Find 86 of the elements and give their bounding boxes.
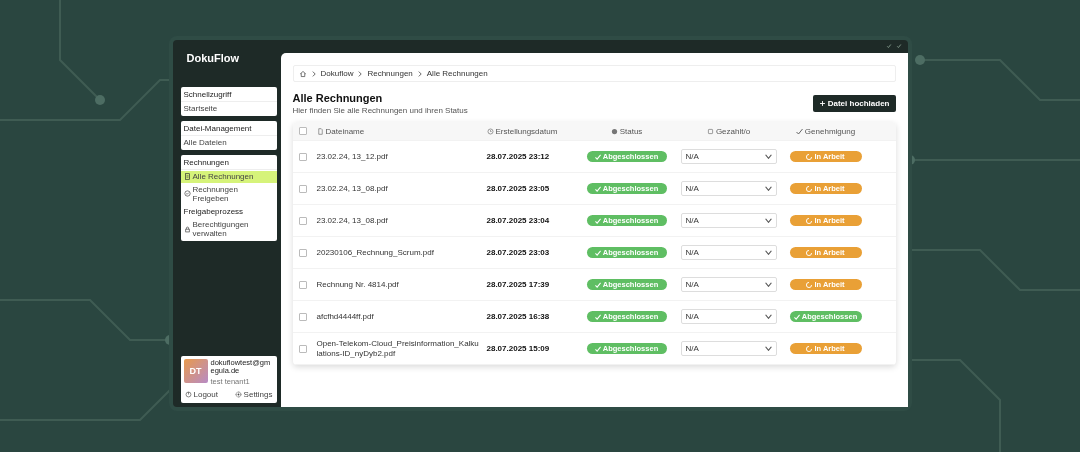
paid-dropdown[interactable]: N/A	[680, 245, 777, 260]
section-title: Rechnungen	[180, 157, 277, 171]
file-name[interactable]: 23.02.24, 13_08.pdf	[316, 183, 487, 194]
file-name[interactable]: Open-Telekom-Cloud_Preisinformation_Kalkulations-ID_nyDyb2.pdf	[316, 339, 487, 358]
logout-button[interactable]: Logout	[183, 389, 219, 400]
refresh-icon	[806, 249, 813, 256]
check-icon	[793, 313, 800, 320]
check-circle-icon	[183, 190, 191, 198]
section-title: Datei-Management	[180, 123, 277, 137]
column-header[interactable]: Status	[578, 126, 675, 136]
refresh-icon	[806, 185, 813, 192]
column-header[interactable]: Dateiname	[316, 126, 487, 136]
sidebar-item[interactable]: Rechnungen Freigeben	[180, 183, 277, 204]
section-title: Schnellzugriff	[180, 89, 277, 102]
refresh-icon	[806, 153, 813, 160]
row-checkbox[interactable]	[298, 344, 307, 353]
file-name[interactable]: 23.02.24, 13_12.pdf	[316, 151, 487, 162]
plus-icon	[818, 100, 826, 107]
lock-icon	[183, 225, 191, 233]
sidebar-item[interactable]: Berechtigungen verwalten	[180, 218, 277, 240]
refresh-icon	[806, 217, 813, 224]
check-icon	[594, 345, 601, 352]
row-checkbox[interactable]	[298, 312, 307, 321]
check-icon	[594, 313, 601, 320]
created-date: 28.07.2025 16:38	[486, 311, 551, 322]
chevron-down-icon	[764, 154, 772, 159]
paid-dropdown[interactable]: N/A	[680, 309, 777, 324]
sidebar-item[interactable]: Alle Rechnungen	[180, 171, 277, 183]
check-icon	[594, 249, 601, 256]
upload-button[interactable]: Datei hochladen	[812, 95, 896, 112]
section-title: Freigabeprozess	[182, 205, 245, 218]
check-icon	[795, 127, 803, 135]
row-checkbox[interactable]	[298, 216, 307, 225]
check-icon	[594, 153, 601, 160]
created-date: 28.07.2025 23:03	[486, 247, 551, 258]
chevron-down-icon	[764, 218, 772, 223]
paid-dropdown[interactable]: N/A	[680, 341, 777, 356]
chevron-down-icon	[764, 282, 772, 287]
power-icon	[184, 391, 192, 398]
column-header[interactable]: Genehmigung	[782, 126, 869, 136]
check-icon	[594, 185, 601, 192]
created-date: 28.07.2025 23:12	[486, 151, 551, 162]
app-logo: DokuFlow	[185, 51, 241, 66]
file-icon	[316, 127, 324, 135]
home-icon[interactable]	[298, 69, 307, 78]
row-checkbox[interactable]	[298, 184, 307, 193]
page-title: Alle Rechnungen	[292, 92, 384, 104]
breadcrumb-link[interactable]: Dokuflow	[320, 69, 354, 78]
check-icon	[594, 281, 601, 288]
created-date: 28.07.2025 23:04	[486, 215, 551, 226]
row-checkbox[interactable]	[298, 248, 307, 257]
created-date: 28.07.2025 15:09	[486, 343, 551, 354]
clock-icon	[486, 127, 494, 135]
breadcrumb-link[interactable]: Alle Rechnungen	[426, 69, 488, 78]
paid-dropdown[interactable]: N/A	[680, 213, 777, 228]
file-name[interactable]: afcfhd4444ff.pdf	[316, 311, 487, 322]
refresh-icon	[806, 345, 813, 352]
chevron-right-icon	[356, 69, 365, 78]
document-icon	[183, 173, 191, 181]
paid-dropdown[interactable]: N/A	[680, 149, 777, 164]
column-header[interactable]: Gezahlt/o	[674, 126, 783, 136]
chevron-down-icon	[764, 346, 772, 351]
created-date: 28.07.2025 23:05	[486, 183, 551, 194]
paid-dropdown[interactable]: N/A	[680, 277, 777, 292]
refresh-icon	[806, 281, 813, 288]
check-icon	[594, 217, 601, 224]
dot-icon	[610, 127, 618, 135]
breadcrumb-link[interactable]: Rechnungen	[367, 69, 413, 78]
sidebar-item[interactable]: Startseite	[180, 103, 277, 115]
column-header[interactable]: Erstellungsdatum	[486, 126, 579, 136]
paid-dropdown[interactable]: N/A	[680, 181, 777, 196]
file-name[interactable]: 20230106_Rechnung_Scrum.pdf	[316, 247, 487, 258]
file-name[interactable]: 23.02.24, 13_08.pdf	[316, 215, 487, 226]
select-all-checkbox[interactable]	[298, 127, 307, 135]
row-checkbox[interactable]	[298, 152, 307, 161]
chevron-down-icon	[764, 314, 772, 319]
settings-icon	[234, 391, 242, 398]
user-avatar: DT	[183, 358, 208, 383]
sidebar-item[interactable]: Alle Dateien	[180, 137, 277, 149]
created-date: 28.07.2025 17:39	[486, 279, 551, 290]
chevron-down-icon	[764, 250, 772, 255]
page-subtitle: Hier finden Sie alle Rechnungen und ihren Status	[292, 106, 468, 115]
file-name[interactable]: Rechnung Nr. 4814.pdf	[316, 279, 487, 290]
chevron-down-icon	[764, 186, 772, 191]
settings-button[interactable]: Settings	[233, 389, 274, 400]
row-checkbox[interactable]	[298, 280, 307, 289]
